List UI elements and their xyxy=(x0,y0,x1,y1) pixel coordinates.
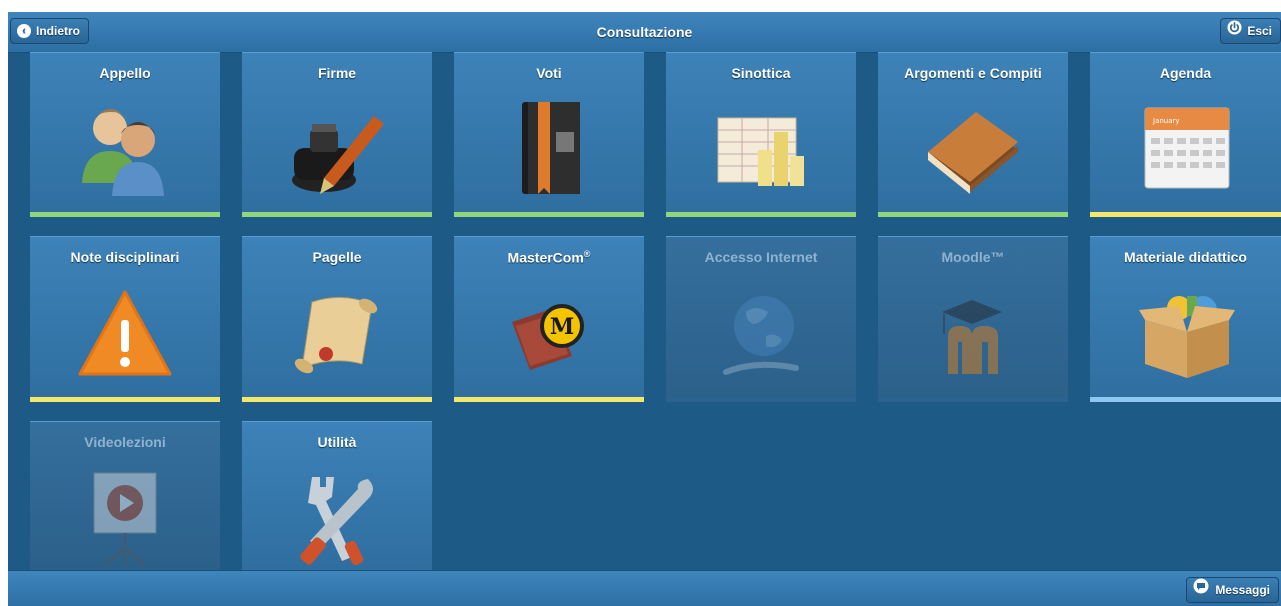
gradebook-icon xyxy=(522,102,580,194)
exit-button[interactable]: Esci xyxy=(1220,18,1281,44)
calendar-icon: January xyxy=(1144,107,1229,189)
tile-agenda[interactable]: Agenda January xyxy=(1090,52,1281,217)
page-title: Consultazione xyxy=(596,24,693,40)
tile-label: Materiale didattico xyxy=(1124,249,1247,265)
tile-label: MasterCom® xyxy=(507,249,591,266)
tile-label: Sinottica xyxy=(731,65,791,81)
back-label: Indietro xyxy=(36,24,80,38)
tile-label: Agenda xyxy=(1159,65,1212,81)
tile-voti[interactable]: Voti xyxy=(454,52,644,217)
status-bar xyxy=(878,397,1068,402)
tile-label: Appello xyxy=(99,65,151,81)
status-bar xyxy=(242,397,432,402)
moodle-icon xyxy=(942,300,1002,374)
messages-button[interactable]: Messaggi xyxy=(1186,577,1279,603)
tile-videolezioni: Videolezioni xyxy=(30,421,220,570)
inkwell-pen-icon xyxy=(292,116,384,194)
warning-icon xyxy=(78,290,172,376)
footer-bar: Messaggi xyxy=(8,570,1281,606)
tile-label: Note disciplinari xyxy=(70,249,180,265)
tile-label: Firme xyxy=(317,65,357,81)
status-bar xyxy=(666,212,856,217)
tile-sinottica[interactable]: Sinottica xyxy=(666,52,856,217)
status-bar xyxy=(666,397,856,402)
exit-label: Esci xyxy=(1247,24,1272,38)
messages-label: Messaggi xyxy=(1215,583,1270,597)
tile-label: Accesso Internet xyxy=(704,249,818,265)
header-bar: Consultazione ‹ Indietro Esci xyxy=(8,12,1281,53)
tile-appello[interactable]: Appello xyxy=(30,52,220,217)
tile-accesso-internet: Accesso Internet xyxy=(666,236,856,402)
tile-mastercom[interactable]: MasterCom® M xyxy=(454,236,644,402)
projector-screen-icon xyxy=(93,472,157,567)
status-bar xyxy=(1090,212,1281,217)
status-bar xyxy=(454,397,644,402)
chat-bubble-icon xyxy=(1193,577,1209,603)
tile-note-disciplinari[interactable]: Note disciplinari xyxy=(30,236,220,402)
svg-text:January: January xyxy=(1152,117,1180,125)
status-bar xyxy=(30,212,220,217)
books-icon xyxy=(928,112,1018,194)
tile-label: Moodle™ xyxy=(941,249,1005,265)
tile-pagelle[interactable]: Pagelle xyxy=(242,236,432,402)
tile-materiale-didattico[interactable]: Materiale didattico xyxy=(1090,236,1281,402)
tile-label: Argomenti e Compiti xyxy=(904,65,1042,81)
back-button[interactable]: ‹ Indietro xyxy=(10,18,89,44)
globe-icon xyxy=(723,296,799,375)
users-icon xyxy=(82,109,164,196)
status-bar xyxy=(878,212,1068,217)
status-bar xyxy=(454,212,644,217)
tile-argomenti-e-compiti[interactable]: Argomenti e Compiti xyxy=(878,52,1068,217)
spreadsheet-chart-icon xyxy=(717,117,804,186)
scroll-icon xyxy=(294,297,378,374)
tile-label: Videolezioni xyxy=(84,434,166,450)
mastercom-icon: M xyxy=(512,304,584,370)
power-icon xyxy=(1227,18,1242,44)
box-icon xyxy=(1138,296,1235,378)
tile-firme[interactable]: Firme xyxy=(242,52,432,217)
status-bar xyxy=(30,397,220,402)
chevron-left-icon: ‹ xyxy=(17,24,31,38)
app-window: Consultazione ‹ Indietro Esci Appello Fi… xyxy=(8,12,1281,606)
svg-text:M: M xyxy=(550,314,574,340)
status-bar xyxy=(242,212,432,217)
tile-label: Utilità xyxy=(317,434,357,450)
tile-moodle: Moodle™ xyxy=(878,236,1068,402)
tile-utilita[interactable]: Utilità xyxy=(242,421,432,570)
tools-icon xyxy=(300,477,373,566)
tile-label: Voti xyxy=(536,65,562,81)
tile-label: Pagelle xyxy=(312,249,362,265)
status-bar xyxy=(1090,397,1281,402)
menu-grid: Appello Firme Voti Sinottica Argomenti e… xyxy=(30,52,1281,570)
